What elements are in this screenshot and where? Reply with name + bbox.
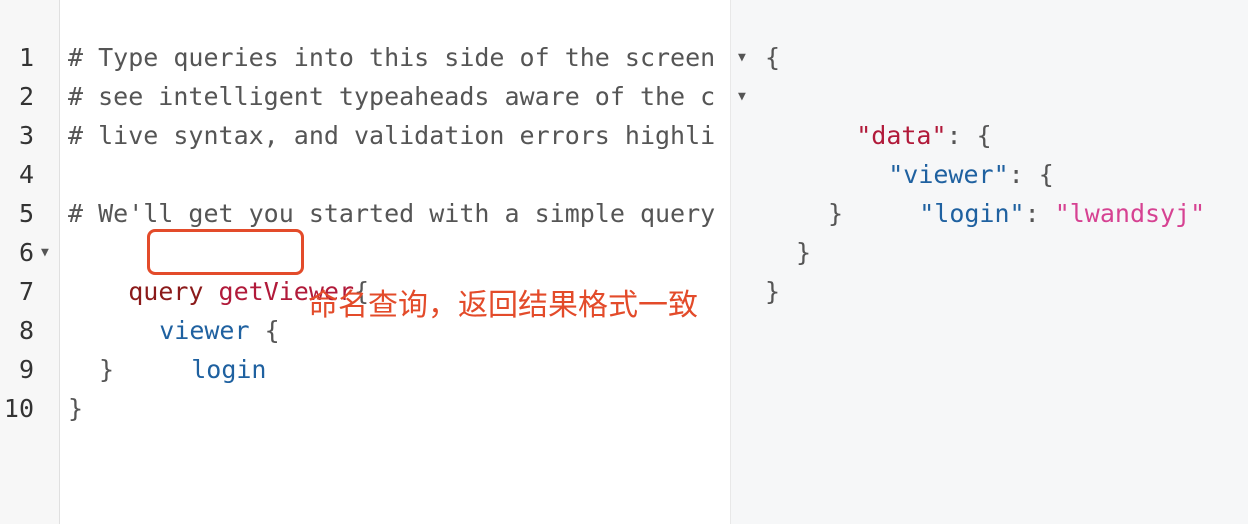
line-number: 7: [18, 277, 34, 306]
line-number: 1: [18, 43, 34, 72]
annotation-highlight-box: [147, 229, 304, 275]
line-number: 4: [18, 160, 34, 189]
line-number-gutter: 1 2 3 4 5 6 ▼ 7 8 9 10: [0, 0, 60, 524]
brace: {: [264, 316, 280, 345]
line-number: 6: [18, 238, 34, 267]
fold-arrow-icon[interactable]: ▼: [738, 77, 746, 116]
result-pane: { "data": { "viewer": { "login": "lwands…: [757, 0, 1248, 524]
code-line-viewer: viewer {: [99, 272, 279, 345]
line-number: 10: [3, 394, 34, 423]
line-number: 8: [18, 316, 34, 345]
field-login: login: [191, 355, 267, 384]
code-line-brace: }: [99, 355, 115, 384]
code-line-comment: # live syntax, and validation errors hig…: [68, 121, 716, 150]
line-number: 5: [18, 199, 34, 228]
fold-arrow-icon[interactable]: ▼: [738, 38, 746, 77]
result-line-data: "data": {: [796, 77, 991, 150]
line-number: 9: [18, 355, 34, 384]
result-line-viewer: "viewer": {: [828, 116, 1054, 189]
result-punct: :: [1024, 199, 1055, 228]
result-brace: }: [765, 277, 781, 306]
annotation-text: 命名查询，返回结果格式一致: [308, 288, 698, 323]
line-number: 2: [18, 82, 34, 111]
code-line-brace: }: [68, 394, 84, 423]
pane-divider[interactable]: ▼ ▼: [730, 0, 758, 524]
code-line-login: login: [131, 311, 266, 384]
result-value-login: "lwandsyj": [1054, 199, 1206, 228]
code-line-comment: # see intelligent typeaheads aware of th…: [68, 82, 716, 111]
result-brace: }: [796, 238, 812, 267]
line-number: 3: [18, 121, 34, 150]
code-line-comment: # We'll get you started with a simple qu…: [68, 199, 716, 228]
result-brace: }: [828, 199, 844, 228]
result-key-login: "login": [919, 199, 1025, 228]
code-line-comment: # Type queries into this side of the scr…: [68, 43, 716, 72]
result-brace: {: [765, 43, 781, 72]
result-line-login: "login": "lwandsyj": [859, 155, 1205, 228]
fold-arrow-icon[interactable]: ▼: [41, 233, 49, 272]
